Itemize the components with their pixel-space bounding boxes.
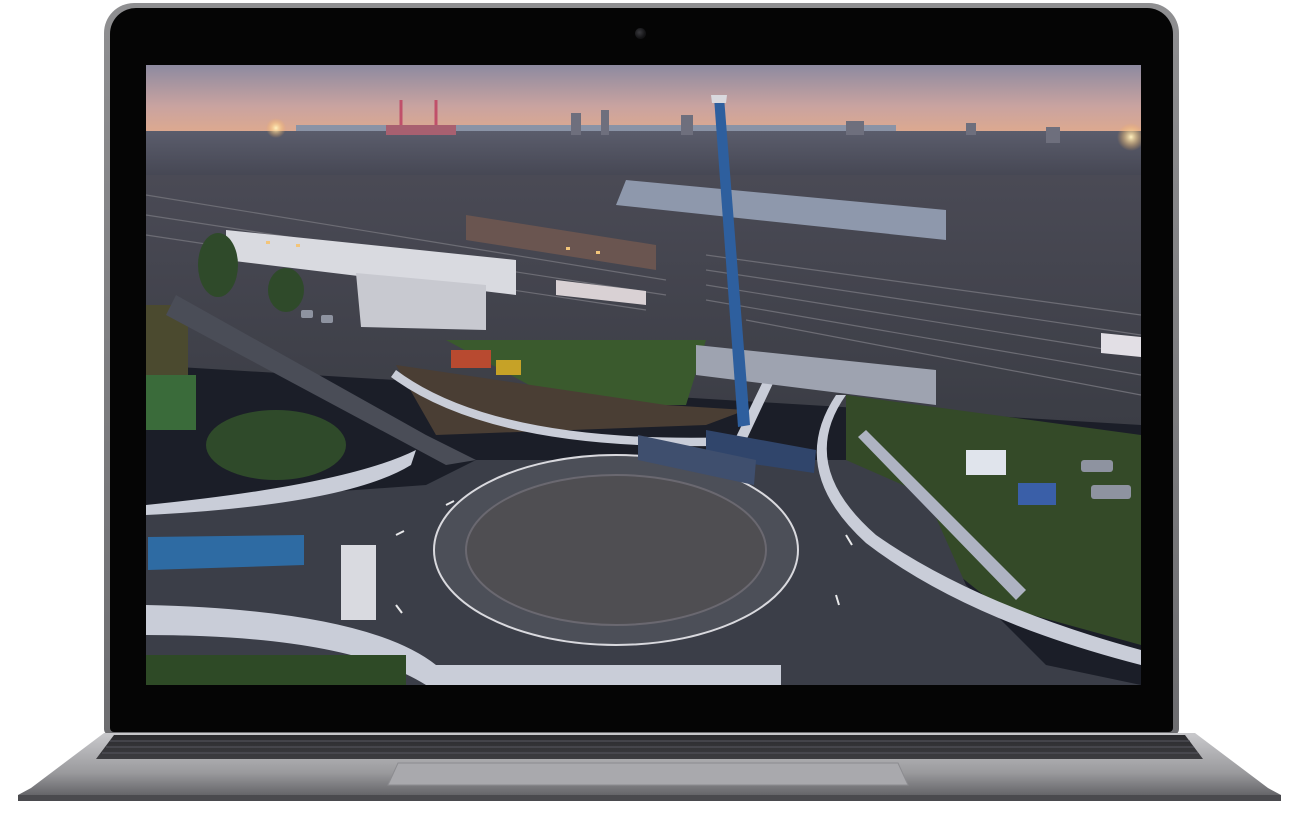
- laptop-screen: [146, 65, 1141, 685]
- train: [1101, 333, 1141, 357]
- laptop-mockup: [0, 0, 1299, 813]
- ship: [386, 125, 456, 135]
- laptop-base: [18, 733, 1281, 803]
- roundabout-center: [465, 474, 767, 626]
- sports-field: [146, 375, 196, 430]
- keyboard-deck: [18, 733, 1281, 801]
- grass-strip: [146, 655, 406, 685]
- deck-edge: [18, 795, 1281, 801]
- webcam-icon: [635, 28, 646, 39]
- trackpad: [387, 762, 909, 786]
- city-light: [266, 118, 286, 138]
- aerial-construction-photo: [146, 65, 1141, 685]
